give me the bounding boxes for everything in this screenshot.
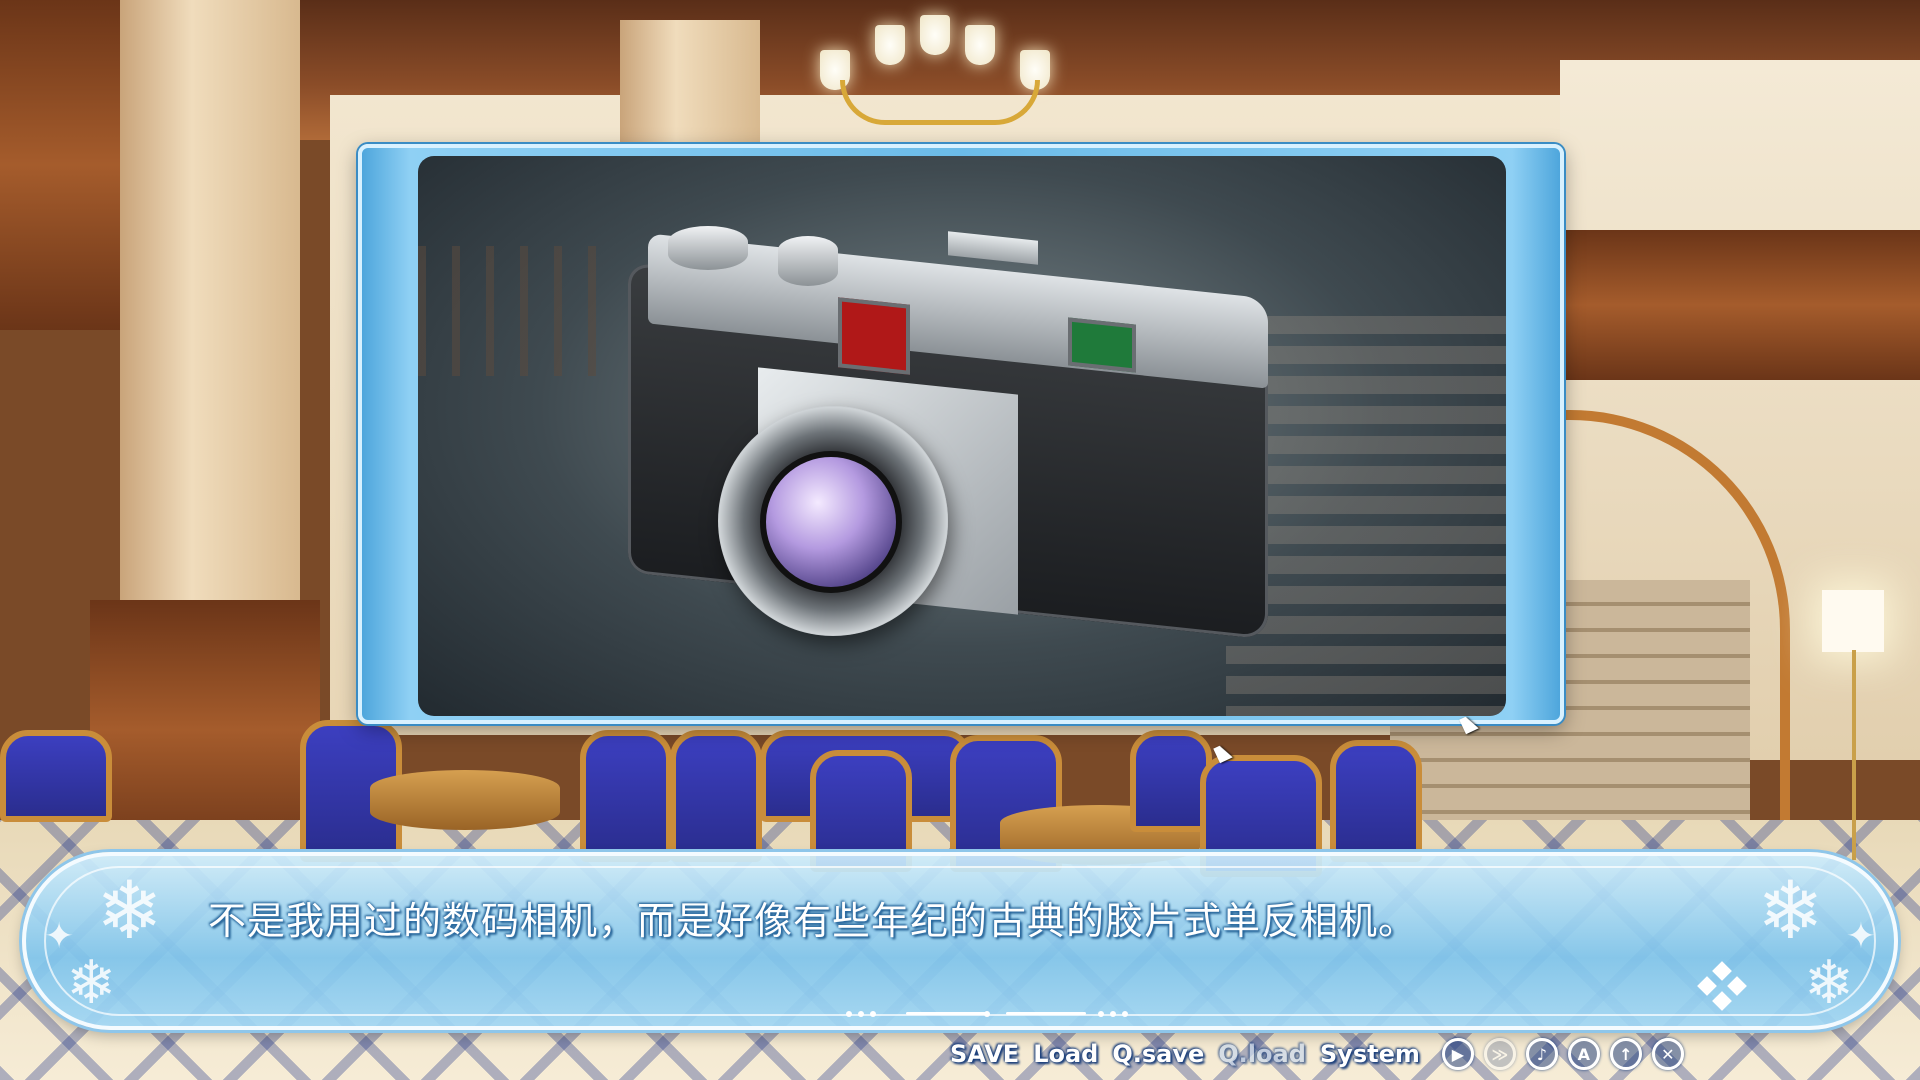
dialogue-divider-ornament (846, 1008, 1128, 1018)
cg-window-frame (358, 144, 1564, 724)
snowflake-icon: ❄ (1803, 948, 1854, 1018)
load-button[interactable]: Load (1033, 1040, 1098, 1068)
chandelier (820, 10, 1050, 130)
camera-hotshoe (948, 231, 1038, 265)
music-icon[interactable]: ♪ (1525, 1038, 1558, 1070)
quick-save-button[interactable]: Q.save (1112, 1040, 1204, 1068)
dialogue-box[interactable]: ❄ ❄ ✦ ❄ ❄ ✦ 不是我用过的数码相机，而是好像有些年纪的古典的胶片式单反… (22, 852, 1898, 1030)
cg-image-camera (418, 156, 1506, 716)
auto-play-icon[interactable]: ▶ (1441, 1038, 1474, 1070)
snowflake-icon: ❄ (1756, 864, 1824, 957)
next-page-icon[interactable] (1697, 961, 1747, 1011)
menu-icon-group: ▶ ≫ ♪ A ↑ ✕ (1441, 1038, 1684, 1070)
right-wood-panel (1560, 230, 1920, 380)
close-icon[interactable]: ✕ (1651, 1038, 1684, 1070)
back-pillar (620, 20, 760, 160)
cg-background-railing (418, 246, 618, 376)
floor-lamp (1822, 590, 1884, 652)
cg-background-stairs (1226, 316, 1506, 716)
camera-lens-glass (760, 451, 902, 593)
chair (670, 730, 762, 862)
save-button[interactable]: SAVE (950, 1040, 1019, 1068)
table (370, 770, 560, 830)
camera-red-window (838, 297, 910, 375)
dialogue-text: 不是我用过的数码相机，而是好像有些年纪的古典的胶片式单反相机。 (208, 899, 1418, 943)
camera-green-window (1068, 317, 1136, 373)
quick-load-button[interactable]: Q.load (1218, 1040, 1306, 1068)
sparkle-icon: ✦ (44, 916, 75, 957)
skip-icon[interactable]: ≫ (1483, 1038, 1516, 1070)
chair (1330, 740, 1422, 862)
sparkle-icon: ✦ (1845, 916, 1876, 957)
film-camera-illustration (628, 206, 1268, 676)
hide-window-icon[interactable]: ↑ (1609, 1038, 1642, 1070)
camera-rewind-knob (778, 236, 838, 286)
system-menu-bar: SAVE Load Q.save Q.load System ▶ ≫ ♪ A ↑… (950, 1034, 1684, 1074)
floor-lamp-pole (1852, 650, 1856, 860)
sofa-left (0, 730, 112, 822)
snowflake-icon: ❄ (96, 864, 164, 957)
system-button[interactable]: System (1320, 1040, 1420, 1068)
snowflake-icon: ❄ (66, 948, 117, 1018)
chair (580, 730, 672, 862)
camera-shutter-dial (668, 226, 748, 270)
auto-mode-icon[interactable]: A (1567, 1038, 1600, 1070)
